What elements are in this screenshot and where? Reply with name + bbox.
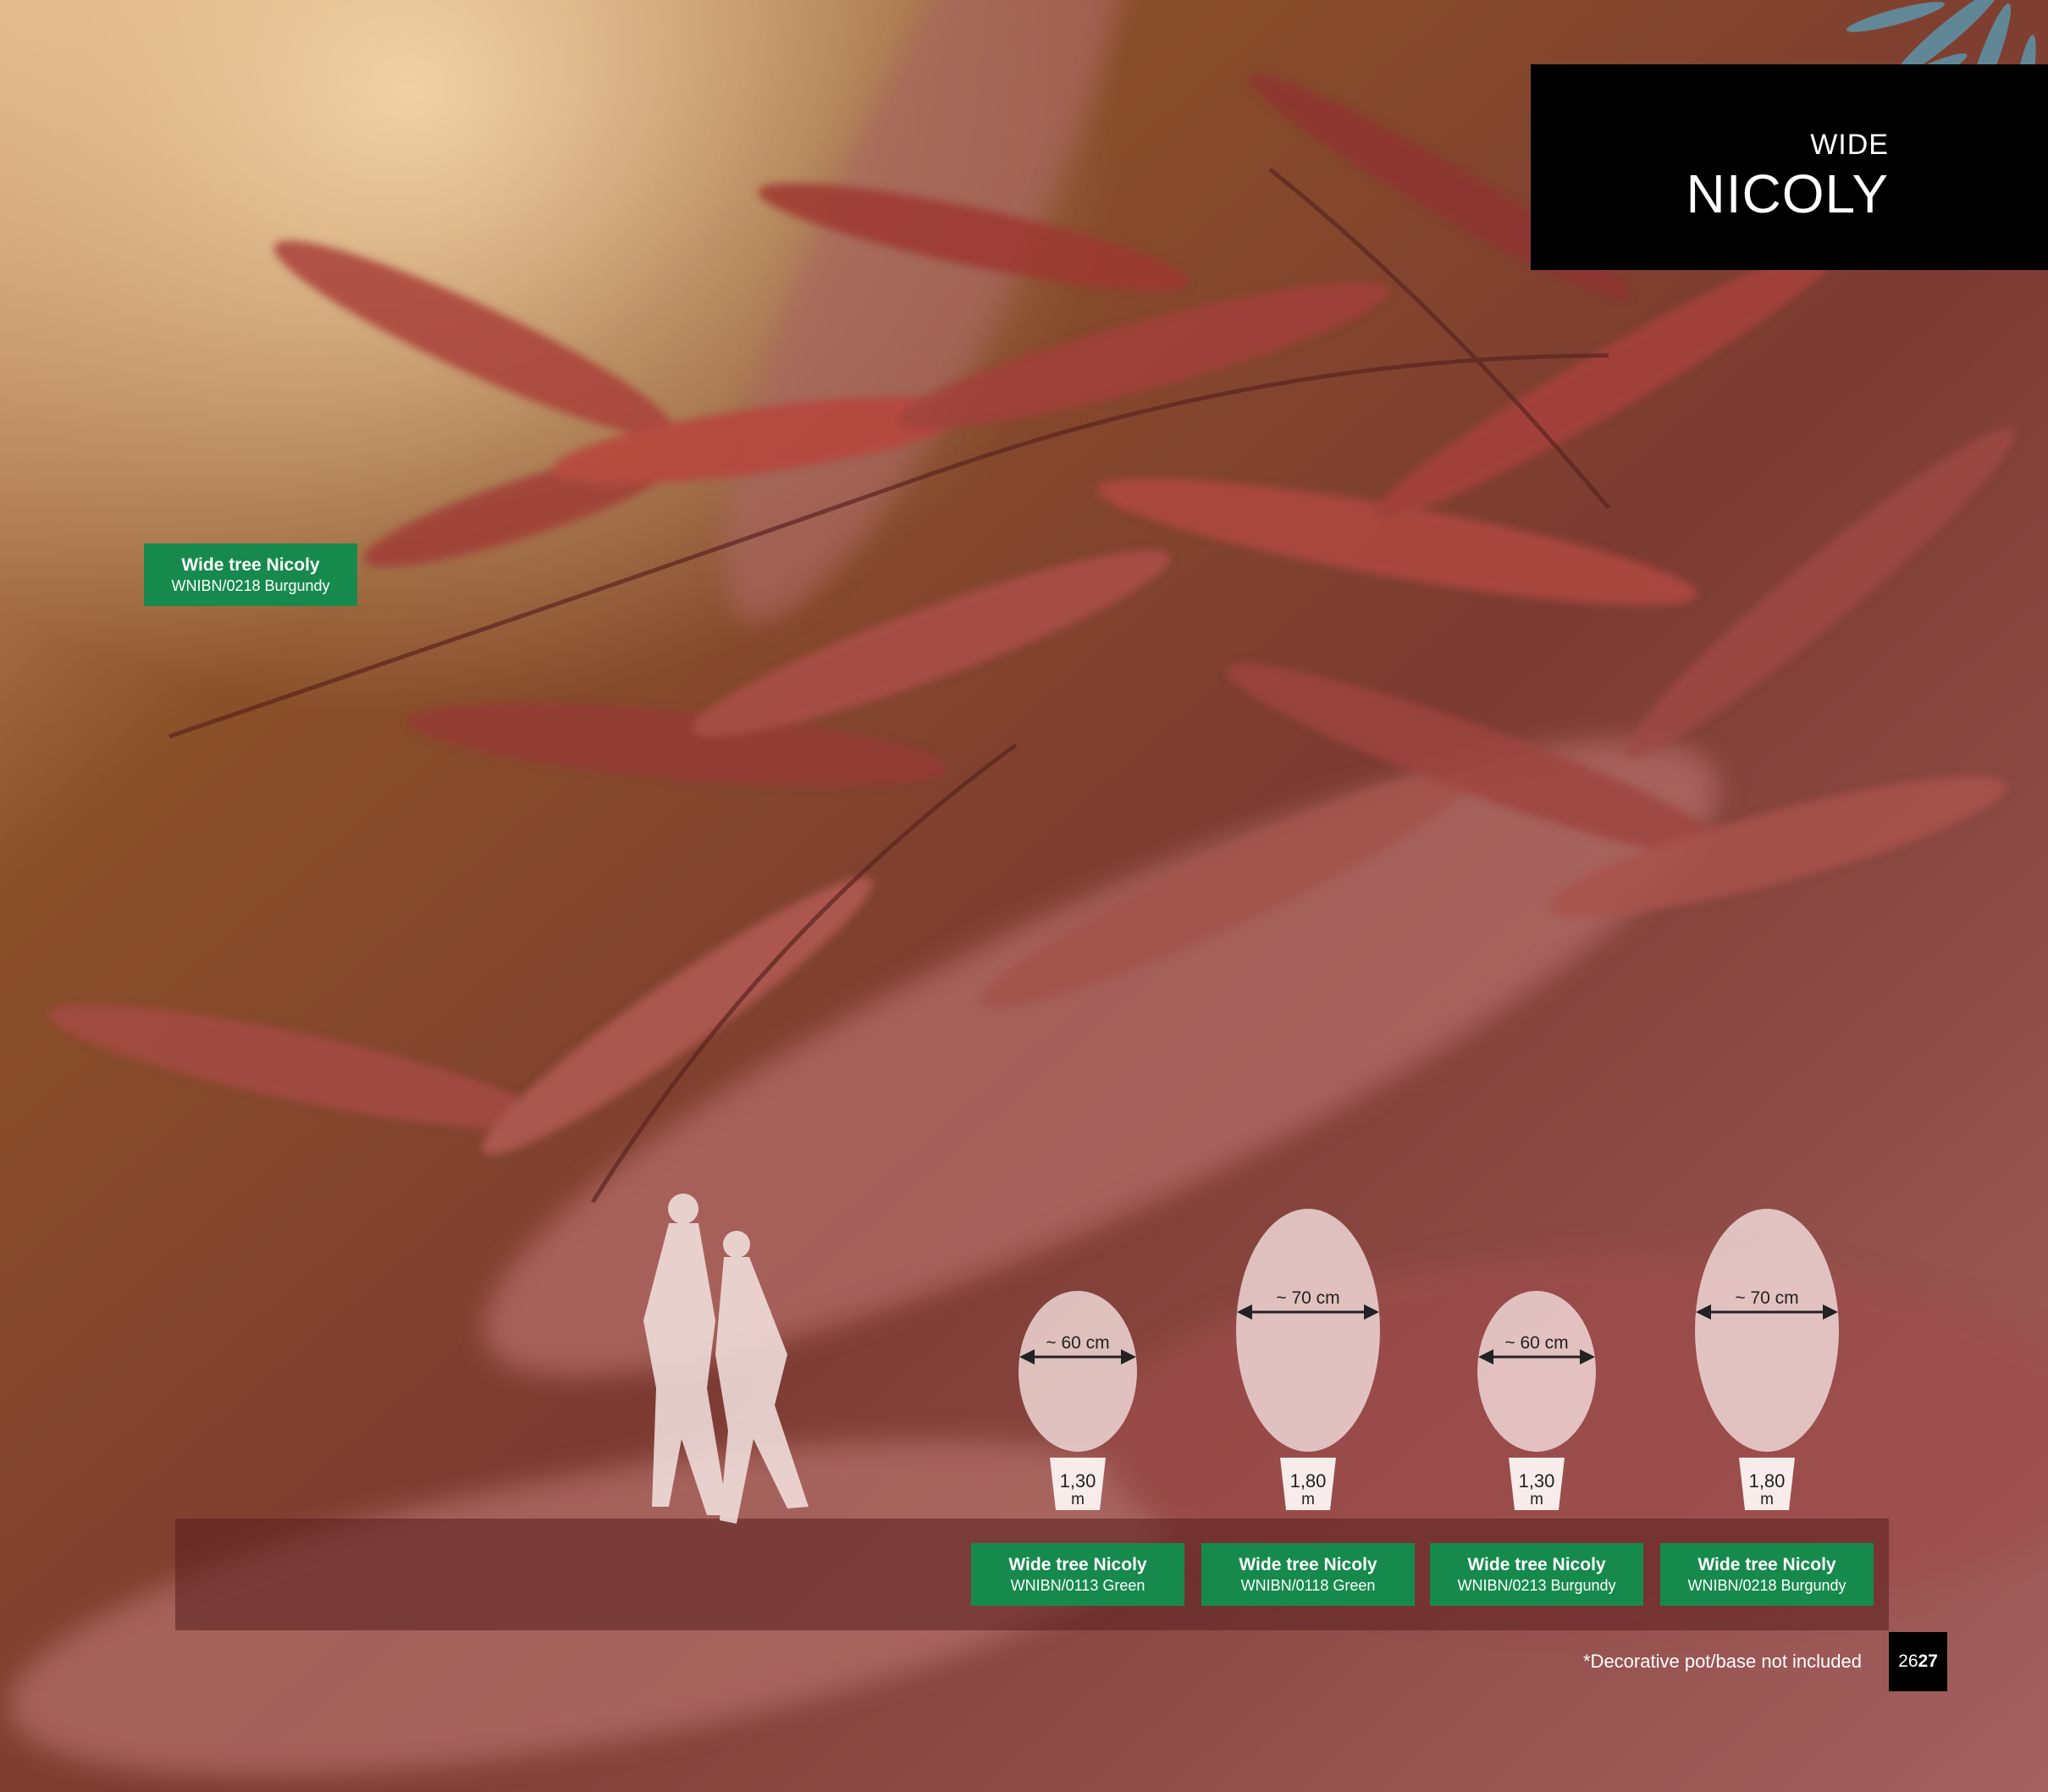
tree-silhouette: ~ 60 cm 1,30m [1018,1291,1137,1510]
tree-silhouette: ~ 60 cm 1,30m [1477,1291,1596,1510]
product-name: Wide tree Nicoly [1697,1555,1836,1574]
product-code: WNIBN/0118 Green [1240,1577,1376,1594]
width-label: ~ 60 cm [1046,1333,1109,1353]
product-label: Wide tree Nicoly WNIBN/0213 Burgundy [1430,1543,1643,1606]
product-name: Wide tree Nicoly [1467,1555,1606,1574]
width-label: ~ 70 cm [1276,1288,1339,1308]
tree-silhouette: ~ 70 cm 1,80m [1695,1209,1839,1510]
product-name: Wide tree Nicoly [1239,1555,1377,1574]
size-comparison-graphic: ~ 60 cm1,30m~ 70 cm1,80m~ 60 cm1,30m~ 70… [643,1194,1839,1524]
page-number-left: 26 [1898,1651,1918,1671]
width-label: ~ 70 cm [1735,1288,1798,1308]
product-code: WNIBN/0213 Burgundy [1457,1577,1616,1594]
product-name: Wide tree Nicoly [1008,1555,1147,1574]
page-number: 2627 [1889,1632,1947,1691]
width-label: ~ 60 cm [1504,1333,1568,1353]
product-label: Wide tree Nicoly WNIBN/0118 Green [1201,1543,1415,1606]
people-silhouette [643,1194,809,1524]
height-label: 1,30 [1519,1470,1555,1491]
footnote: *Decorative pot/base not included [1583,1651,1862,1672]
product-code: WNIBN/0218 Burgundy [1687,1577,1847,1594]
height-label: 1,30 [1060,1470,1096,1491]
tree-silhouette: ~ 70 cm 1,80m [1236,1209,1380,1510]
height-unit: m [1530,1491,1543,1508]
height-unit: m [1301,1491,1315,1508]
height-label: 1,80 [1290,1470,1327,1491]
page-number-right: 27 [1918,1651,1938,1671]
product-label: Wide tree Nicoly WNIBN/0218 Burgundy [1660,1543,1874,1606]
height-unit: m [1760,1491,1774,1508]
product-label: Wide tree Nicoly WNIBN/0113 Green [971,1543,1184,1606]
product-code: WNIBN/0113 Green [1010,1577,1145,1594]
height-unit: m [1071,1491,1085,1508]
height-label: 1,80 [1749,1470,1786,1491]
